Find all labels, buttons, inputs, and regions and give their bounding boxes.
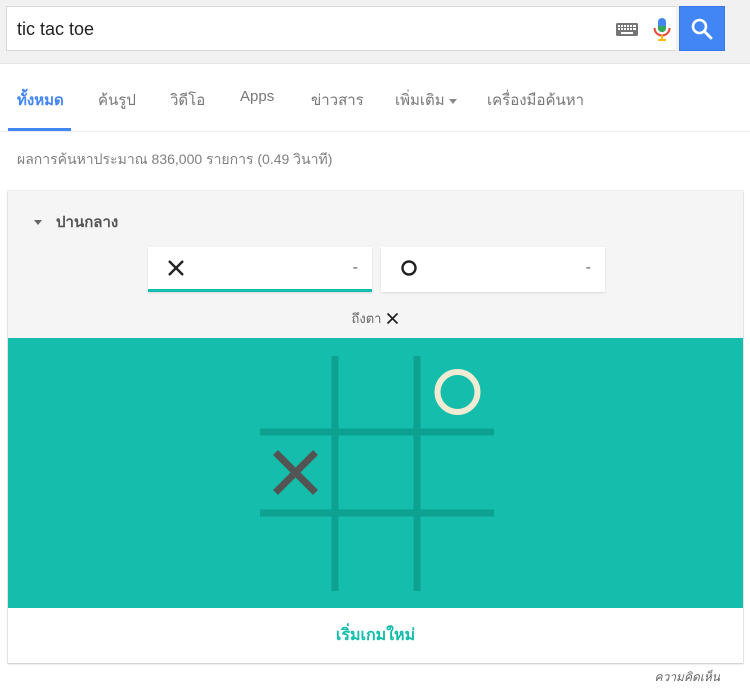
tab-more-label: เพิ่มเติม (395, 92, 445, 109)
tab-more[interactable]: เพิ่มเติม (395, 88, 457, 112)
difficulty-label: ปานกลาง (56, 214, 119, 231)
tab-all[interactable]: ทั้งหมด (17, 88, 64, 112)
search-bar-area (0, 0, 750, 64)
game-header: ปานกลาง - - ถึงตา (8, 191, 743, 338)
tab-search-tools[interactable]: เครื่องมือค้นหา (487, 88, 584, 112)
restart-game-button[interactable]: เริ่มเกมใหม่ (8, 608, 743, 663)
dropdown-triangle-icon (34, 219, 42, 225)
tab-videos[interactable]: วิดีโอ (170, 88, 205, 112)
difficulty-dropdown[interactable]: ปานกลาง (34, 210, 118, 234)
active-tab-indicator (8, 128, 71, 131)
tab-news[interactable]: ข่าวสาร (311, 88, 364, 112)
search-box[interactable] (6, 6, 676, 51)
search-icon (691, 18, 713, 39)
board-cell[interactable] (260, 517, 331, 591)
board-cell[interactable] (421, 356, 494, 428)
search-button[interactable] (679, 6, 725, 51)
tic-tac-toe-card: ปานกลาง - - ถึงตา เริ่มเกมใหม่ (8, 191, 743, 663)
board-cell[interactable] (339, 356, 413, 428)
tab-apps[interactable]: Apps (240, 88, 274, 105)
board-cell[interactable] (421, 517, 494, 591)
x-icon (168, 260, 184, 276)
board-cell[interactable] (339, 517, 413, 591)
board-cell[interactable] (260, 436, 331, 509)
chevron-down-icon (448, 98, 457, 104)
board-cell[interactable] (260, 356, 331, 428)
player-o-score: - (585, 259, 591, 276)
game-board (8, 338, 743, 608)
search-input[interactable] (17, 15, 597, 43)
tab-images[interactable]: ค้นรูป (98, 88, 136, 112)
player-x-card[interactable]: - (148, 247, 372, 292)
x-icon (387, 312, 399, 325)
turn-label: ถึงตา (351, 311, 382, 326)
result-stats: ผลการค้นหาประมาณ 836,000 รายการ (0.49 วิ… (17, 151, 333, 167)
player-x-score: - (352, 259, 358, 276)
keyboard-icon[interactable] (616, 23, 638, 36)
search-tabs: ทั้งหมด ค้นรูป วิดีโอ Apps ข่าวสาร เพิ่ม… (0, 64, 750, 132)
mic-icon[interactable] (651, 17, 673, 43)
feedback-link[interactable]: ความคิดเห็น (655, 668, 720, 687)
o-icon (401, 260, 417, 276)
board-cell[interactable] (339, 436, 413, 509)
turn-indicator: ถึงตา (8, 308, 743, 329)
board-cell[interactable] (421, 436, 494, 509)
player-o-card[interactable]: - (381, 247, 605, 292)
